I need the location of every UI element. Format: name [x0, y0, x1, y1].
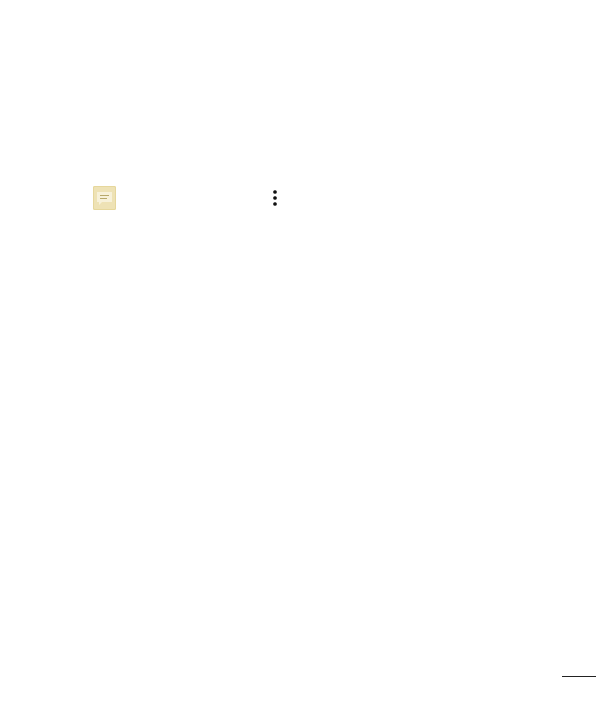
page-rule-divider: [562, 676, 596, 677]
message-app-icon: [93, 186, 116, 210]
vertical-dots-menu-icon[interactable]: [272, 189, 278, 207]
